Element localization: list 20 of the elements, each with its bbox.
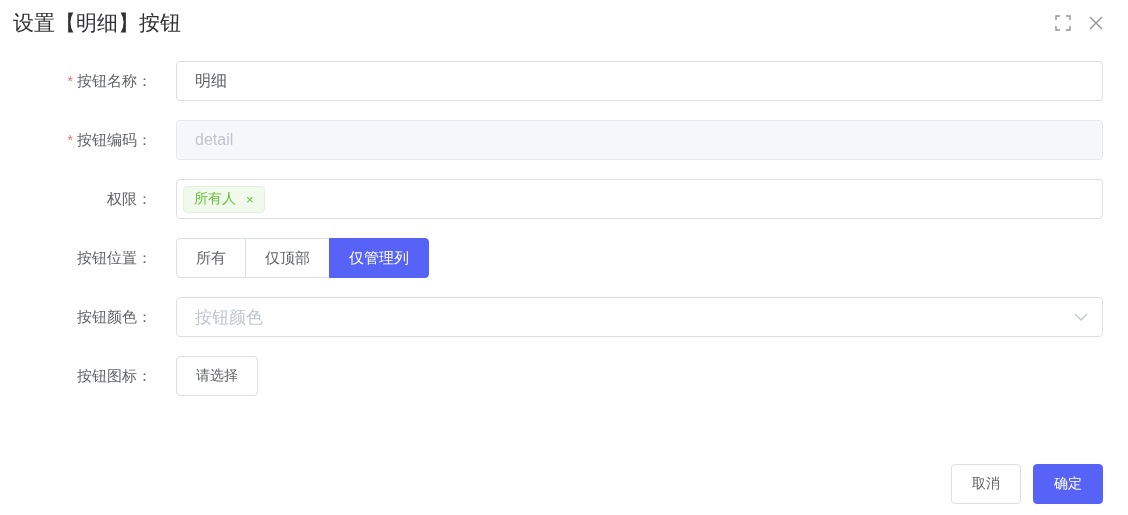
radio-button[interactable]: 仅顶部 bbox=[245, 238, 330, 278]
select-button[interactable]: 请选择 bbox=[176, 356, 258, 396]
field-label: 按钮名称： bbox=[77, 71, 152, 91]
cancel-button[interactable]: 取消 bbox=[951, 464, 1021, 504]
radio-button[interactable]: 仅管理列 bbox=[329, 238, 429, 278]
tag-label: 所有人 bbox=[194, 190, 236, 208]
required-mark: * bbox=[67, 73, 73, 89]
chevron-down-icon bbox=[1074, 313, 1088, 321]
dialog-title: 设置【明细】按钮 bbox=[13, 10, 181, 36]
field-label: 按钮编码： bbox=[77, 130, 152, 150]
field-label: 按钮图标： bbox=[77, 366, 152, 386]
field-label: 按钮位置： bbox=[77, 248, 152, 268]
required-mark: * bbox=[67, 132, 73, 148]
field-label: 按钮颜色： bbox=[77, 307, 152, 327]
fullscreen-icon[interactable] bbox=[1055, 15, 1071, 31]
field-label: 权限： bbox=[107, 189, 152, 209]
radio-button[interactable]: 所有 bbox=[176, 238, 246, 278]
confirm-button[interactable]: 确定 bbox=[1033, 464, 1103, 504]
input-field[interactable]: 明细 bbox=[176, 61, 1103, 101]
close-icon[interactable] bbox=[1089, 16, 1103, 30]
